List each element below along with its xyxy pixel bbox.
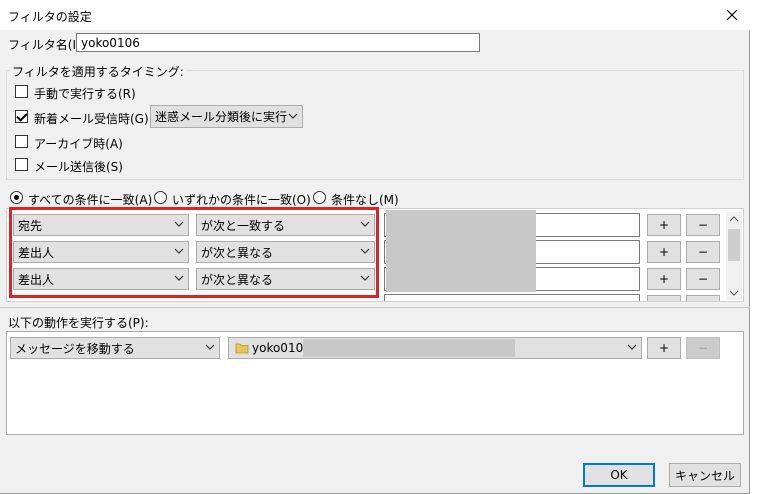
conditions-scrollbar[interactable]	[726, 212, 742, 300]
filter-settings-dialog: フィルタの設定 フィルタ名(I): yoko0106 フィルタを適用するタイミン…	[0, 0, 750, 494]
remove-condition-button[interactable]: −	[686, 214, 720, 236]
manual-checkbox[interactable]	[15, 85, 28, 98]
on-send-label: メール送信後(S)	[34, 160, 123, 174]
close-button[interactable]	[716, 2, 748, 28]
redacted-block	[303, 339, 515, 357]
remove-condition-label: −	[697, 218, 709, 232]
chevron-down-icon	[627, 344, 637, 350]
folder-icon	[235, 343, 249, 354]
on-receive-timing-select[interactable]: 迷惑メール分類後に実行	[150, 105, 303, 128]
remove-condition-button[interactable]: −	[686, 268, 720, 290]
on-send-checkbox[interactable]	[15, 158, 28, 171]
filter-name-label: フィルタ名(I):	[8, 38, 85, 52]
timing-group-title: フィルタを適用するタイミング:	[10, 63, 186, 80]
on-receive-label: 新着メール受信時(G):	[34, 112, 153, 126]
scroll-thumb[interactable]	[728, 229, 740, 261]
add-condition-button[interactable]: +	[647, 268, 681, 290]
target-folder-select[interactable]: yoko0106	[228, 337, 642, 359]
match-none-radio[interactable]	[313, 191, 326, 204]
match-any-label: いずれかの条件に一致(O)	[172, 193, 311, 207]
add-condition-button[interactable]: +	[647, 241, 681, 263]
match-all-label: すべての条件に一致(A)	[28, 193, 153, 207]
remove-condition-button[interactable]	[686, 295, 720, 301]
on-receive-timing-value: 迷惑メール分類後に実行	[155, 110, 288, 124]
add-condition-button[interactable]: +	[647, 214, 681, 236]
remove-action-button[interactable]: −	[686, 337, 720, 359]
add-condition-button[interactable]	[647, 295, 681, 301]
manual-label: 手動で実行する(R)	[34, 87, 136, 101]
add-condition-label: +	[658, 218, 670, 232]
filter-name-value: yoko0106	[81, 35, 140, 50]
scroll-up-icon[interactable]	[729, 215, 739, 223]
filter-name-input[interactable]: yoko0106	[76, 33, 480, 52]
add-condition-label: +	[658, 272, 670, 286]
cancel-label: キャンセル	[674, 468, 735, 483]
match-all-radio[interactable]	[10, 191, 23, 204]
add-condition-label: +	[658, 245, 670, 259]
add-action-button[interactable]: +	[647, 337, 681, 359]
cancel-button[interactable]: キャンセル	[669, 463, 741, 487]
ok-button[interactable]: OK	[583, 463, 655, 487]
match-none-label: 条件なし(M)	[331, 193, 399, 207]
archive-checkbox[interactable]	[15, 135, 28, 148]
ok-label: OK	[610, 468, 628, 482]
condition-value-input[interactable]	[384, 294, 640, 301]
remove-condition-label: −	[697, 272, 709, 286]
remove-condition-label: −	[697, 245, 709, 259]
add-action-label: +	[658, 341, 670, 355]
window-title: フィルタの設定	[8, 10, 92, 24]
title-bar: フィルタの設定	[0, 0, 750, 30]
archive-label: アーカイブ時(A)	[34, 137, 123, 151]
action-type-value: メッセージを移動する	[15, 341, 135, 356]
action-type-select[interactable]: メッセージを移動する	[10, 337, 220, 359]
highlight-box	[9, 207, 379, 298]
close-icon	[726, 9, 738, 21]
divider	[0, 307, 750, 308]
chevron-down-icon	[288, 113, 298, 119]
redacted-block	[386, 210, 536, 292]
on-receive-checkbox[interactable]	[15, 110, 28, 123]
match-any-radio[interactable]	[154, 191, 167, 204]
remove-action-label: −	[697, 341, 709, 355]
remove-condition-button[interactable]: −	[686, 241, 720, 263]
actions-label: 以下の動作を実行する(P):	[8, 316, 149, 330]
scroll-down-icon[interactable]	[729, 289, 739, 297]
chevron-down-icon	[205, 344, 215, 350]
